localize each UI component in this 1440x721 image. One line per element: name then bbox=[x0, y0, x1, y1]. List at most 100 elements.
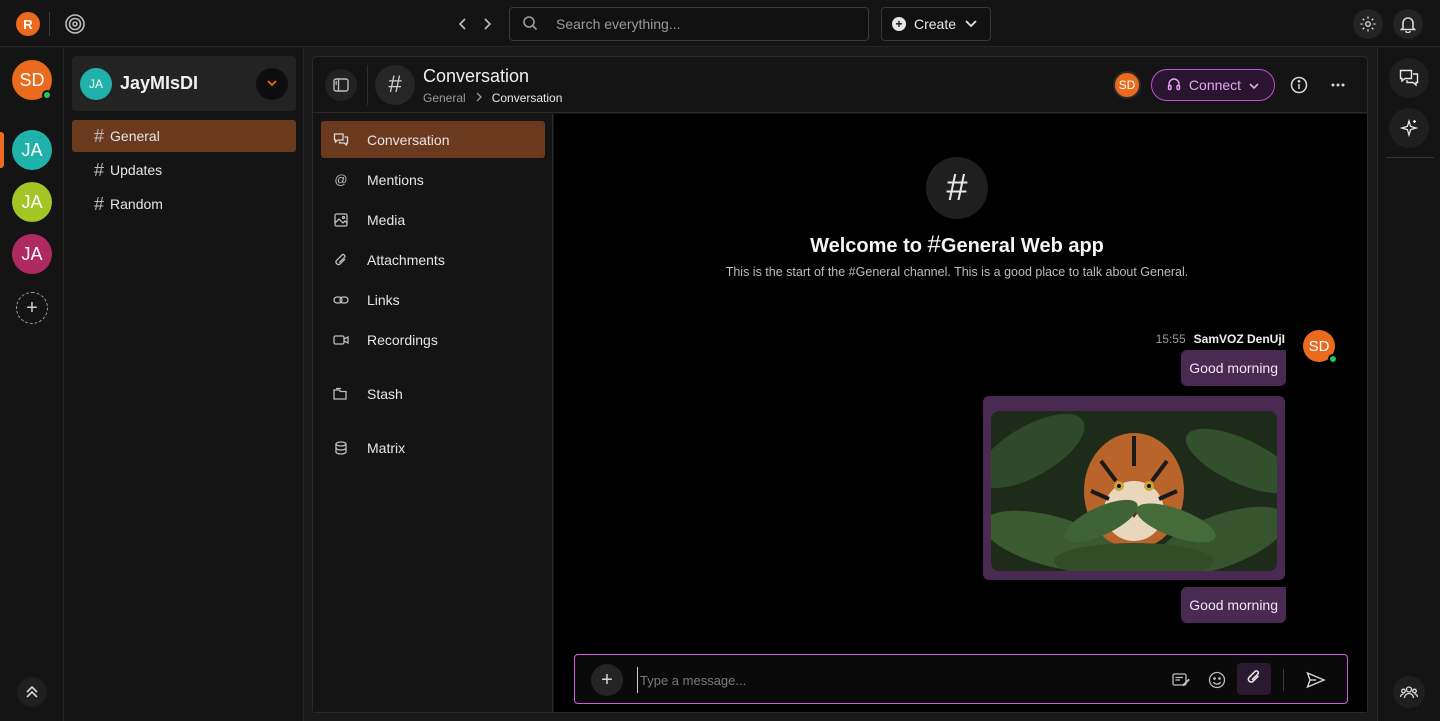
chat-icon[interactable] bbox=[1389, 58, 1429, 98]
right-toolbar bbox=[1377, 48, 1440, 721]
message-bubble[interactable]: Good morning bbox=[1181, 587, 1286, 623]
breadcrumb-item[interactable]: General bbox=[423, 91, 466, 105]
member-avatar-initials: SD bbox=[1118, 78, 1136, 92]
channel-updates[interactable]: # Updates bbox=[72, 154, 296, 186]
hash-icon: # bbox=[94, 193, 105, 214]
workspace-avatar-2[interactable]: JA bbox=[12, 182, 52, 222]
back-arrow-icon[interactable] bbox=[455, 14, 471, 34]
top-bar: R Search everything... + Create bbox=[0, 0, 1440, 47]
subnav-recordings[interactable]: Recordings bbox=[321, 321, 545, 358]
welcome-heading: Welcome to #General Web app bbox=[554, 231, 1360, 259]
workspace-dropdown-button[interactable] bbox=[256, 67, 288, 100]
subnav-attachments[interactable]: Attachments bbox=[321, 241, 545, 278]
paperclip-icon bbox=[1246, 668, 1262, 691]
connect-button[interactable]: Connect bbox=[1151, 69, 1275, 101]
subnav-links[interactable]: Links bbox=[321, 281, 545, 318]
message-bubble[interactable]: Good morning bbox=[1181, 350, 1286, 386]
app-logo-letter: R bbox=[23, 16, 33, 32]
add-workspace-button[interactable]: + bbox=[16, 292, 48, 324]
conversation-subnav: Conversation @ Mentions Media Attachment… bbox=[313, 114, 553, 712]
channel-sidebar: JA JayMIsDI # General # Updates # Random bbox=[64, 48, 304, 721]
message-composer: + bbox=[574, 654, 1348, 704]
header-divider bbox=[367, 65, 368, 105]
workspace-avatar-1[interactable]: JA bbox=[12, 130, 52, 170]
channel-general[interactable]: # General bbox=[72, 120, 296, 152]
subnav-conversation[interactable]: Conversation bbox=[321, 121, 545, 158]
message-input[interactable] bbox=[637, 667, 1157, 693]
message-text: Good morning bbox=[1189, 597, 1278, 613]
format-text-icon[interactable] bbox=[1169, 668, 1193, 692]
members-icon[interactable] bbox=[1393, 676, 1425, 708]
chat-icon bbox=[333, 132, 349, 148]
gear-icon[interactable] bbox=[1353, 9, 1383, 39]
link-icon bbox=[333, 292, 349, 308]
create-label: Create bbox=[914, 16, 957, 32]
workspace-avatar-3[interactable]: JA bbox=[12, 234, 52, 274]
online-status-dot bbox=[1328, 354, 1338, 364]
target-icon[interactable] bbox=[60, 9, 90, 39]
collapse-up-icon[interactable] bbox=[17, 677, 47, 707]
subnav-label: Media bbox=[367, 211, 406, 228]
workspace-name: JayMIsDI bbox=[120, 73, 199, 93]
sparkle-icon[interactable] bbox=[1389, 108, 1429, 148]
user-avatar[interactable]: SD bbox=[12, 60, 52, 100]
workspace-avatar: JA bbox=[80, 67, 112, 100]
info-icon[interactable] bbox=[1287, 73, 1311, 97]
workspace-avatar-initials: JA bbox=[88, 76, 103, 91]
plus-icon: + bbox=[601, 668, 613, 691]
folder-icon bbox=[333, 386, 349, 402]
breadcrumb: General Conversation bbox=[423, 91, 562, 105]
search-icon bbox=[522, 15, 538, 34]
plus-icon: + bbox=[892, 17, 906, 31]
channel-random[interactable]: # Random bbox=[72, 188, 296, 220]
connect-label: Connect bbox=[1188, 77, 1242, 93]
workspace-initials: JA bbox=[21, 243, 43, 264]
subnav-matrix[interactable]: Matrix bbox=[321, 429, 545, 466]
subnav-mentions[interactable]: @ Mentions bbox=[321, 161, 545, 198]
online-status-dot bbox=[42, 90, 52, 100]
message-author[interactable]: SamVOZ DenUjI bbox=[1194, 332, 1285, 346]
subnav-label: Links bbox=[367, 291, 400, 308]
subnav-label: Attachments bbox=[367, 251, 445, 268]
subnav-stash[interactable]: Stash bbox=[321, 375, 545, 412]
emoji-icon[interactable] bbox=[1205, 668, 1229, 692]
message-avatar-initials: SD bbox=[1308, 337, 1330, 355]
workspace-initials: JA bbox=[21, 139, 43, 160]
composer-divider bbox=[1283, 669, 1284, 691]
search-bar[interactable]: Search everything... bbox=[509, 7, 869, 41]
channel-hash-icon: # bbox=[375, 65, 415, 105]
forward-arrow-icon[interactable] bbox=[479, 14, 495, 34]
message-avatar[interactable]: SD bbox=[1303, 330, 1338, 364]
create-button[interactable]: + Create bbox=[881, 7, 991, 41]
active-workspace-indicator bbox=[0, 132, 4, 168]
hash-icon: # bbox=[94, 125, 105, 146]
subnav-media[interactable]: Media bbox=[321, 201, 545, 238]
sidebar-toggle-icon[interactable] bbox=[325, 69, 357, 101]
more-icon[interactable] bbox=[1326, 73, 1350, 97]
headphones-icon bbox=[1167, 77, 1181, 94]
workspace-header[interactable]: JA JayMIsDI bbox=[72, 56, 296, 111]
search-placeholder: Search everything... bbox=[556, 16, 681, 32]
paperclip-icon bbox=[333, 252, 349, 268]
channel-label: General bbox=[110, 128, 160, 144]
chevron-down-icon bbox=[1249, 77, 1259, 93]
workspace-rail: SD JA JA JA + bbox=[0, 48, 64, 721]
chevron-right-icon bbox=[476, 91, 482, 105]
hash-icon: # bbox=[94, 159, 105, 180]
topbar-divider bbox=[49, 12, 50, 36]
plus-icon: + bbox=[26, 296, 38, 319]
attach-button[interactable] bbox=[1237, 663, 1271, 695]
image-message[interactable] bbox=[983, 396, 1285, 580]
channel-hash-icon: # bbox=[926, 157, 988, 219]
add-content-button[interactable]: + bbox=[591, 664, 623, 696]
message-text: Good morning bbox=[1189, 360, 1278, 376]
toolbar-divider bbox=[1386, 157, 1434, 158]
workspace-initials: JA bbox=[21, 191, 43, 212]
send-icon[interactable] bbox=[1304, 668, 1328, 692]
app-logo[interactable]: R bbox=[16, 12, 40, 36]
tiger-image[interactable] bbox=[991, 411, 1277, 571]
subnav-label: Matrix bbox=[367, 439, 406, 456]
bell-icon[interactable] bbox=[1393, 9, 1423, 39]
chevron-down-icon bbox=[964, 16, 978, 32]
member-avatar[interactable]: SD bbox=[1113, 71, 1141, 99]
